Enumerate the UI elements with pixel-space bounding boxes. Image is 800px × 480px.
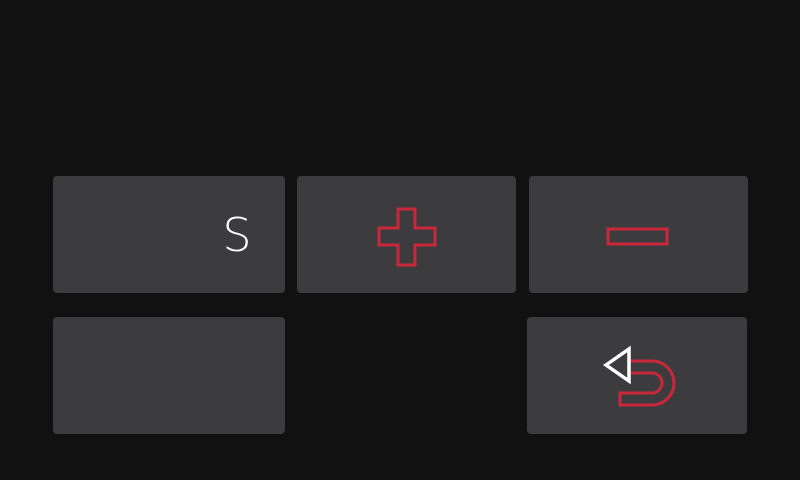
s-key-label: S <box>222 208 252 262</box>
plus-key-button[interactable] <box>297 176 516 293</box>
s-key-button[interactable]: S <box>53 176 285 293</box>
blank-key-button[interactable] <box>53 317 285 434</box>
back-key-button[interactable] <box>527 317 747 434</box>
keypad-screen: S <box>0 0 800 480</box>
minus-key-button[interactable] <box>529 176 748 293</box>
